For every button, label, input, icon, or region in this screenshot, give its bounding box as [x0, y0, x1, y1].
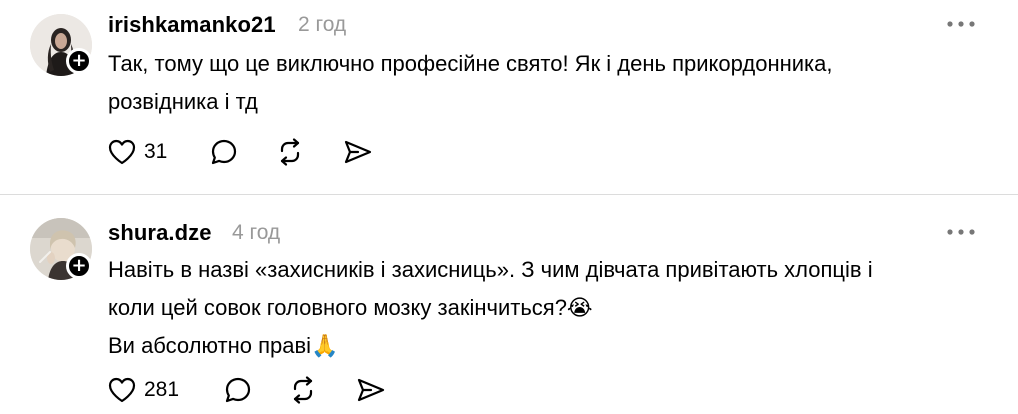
repost-button[interactable]	[274, 134, 306, 170]
share-button[interactable]	[355, 372, 387, 408]
post-divider	[0, 194, 1018, 195]
post-time: 2 год	[298, 13, 347, 36]
like-button[interactable]: 31	[106, 134, 167, 170]
heart-icon	[108, 139, 136, 165]
follow-plus-icon[interactable]: +	[66, 253, 92, 279]
post-text-line: розвідника і тд	[108, 89, 258, 114]
like-count: 281	[144, 378, 180, 401]
more-horizontal-icon[interactable]	[945, 16, 977, 32]
username[interactable]: irishkamanko21	[108, 12, 276, 38]
share-button[interactable]	[342, 134, 374, 170]
post-text: Навіть в назві «захисників і захисниць».…	[108, 251, 988, 365]
post-text-line: коли цей совок головного мозку закінчить…	[108, 295, 593, 320]
send-icon	[344, 140, 372, 164]
follow-plus-icon[interactable]: +	[66, 48, 92, 74]
like-count: 31	[144, 140, 168, 163]
send-icon	[357, 378, 385, 402]
comment-button[interactable]	[208, 134, 240, 170]
post-time: 4 год	[232, 221, 281, 244]
comment-bubble-icon	[225, 377, 251, 403]
username[interactable]: shura.dze	[108, 220, 212, 246]
post-text-line: Навіть в назві «захисників і захисниць».…	[108, 257, 873, 282]
like-button[interactable]: 281	[106, 372, 179, 408]
comment-button[interactable]	[222, 372, 254, 408]
repost-icon	[280, 138, 300, 166]
post-text-line: Ви абсолютно праві🙏	[108, 333, 339, 358]
post-text: Так, тому що це виключно професійне свят…	[108, 45, 988, 121]
more-horizontal-icon[interactable]	[945, 224, 977, 240]
repost-button[interactable]	[287, 372, 319, 408]
heart-icon	[108, 377, 136, 403]
repost-icon	[293, 376, 313, 404]
comment-bubble-icon	[211, 139, 237, 165]
post-text-line: Так, тому що це виключно професійне свят…	[108, 51, 833, 76]
